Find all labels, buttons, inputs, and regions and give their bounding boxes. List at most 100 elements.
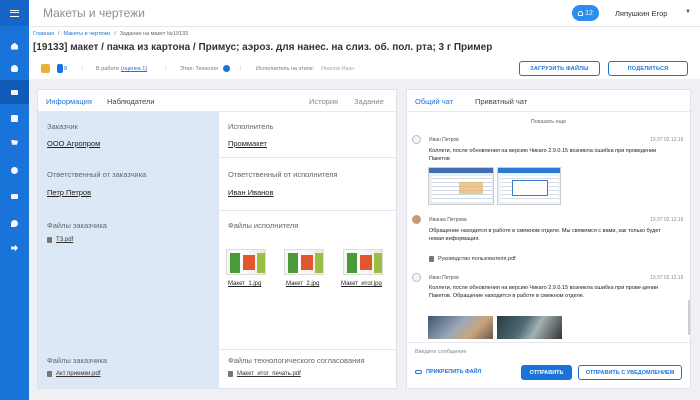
executor-value[interactable]: Проммакет bbox=[228, 139, 267, 148]
customer-cell: Заказчик ООО Агропром bbox=[38, 112, 219, 158]
customer-files-label: Файлы заказчика bbox=[47, 221, 107, 230]
file-item[interactable]: Акт приемки.pdf bbox=[47, 371, 101, 377]
resp-executor-label: Ответственный от исполнителя bbox=[228, 170, 338, 179]
tab-history[interactable]: История bbox=[309, 97, 338, 106]
nav-user[interactable] bbox=[0, 56, 29, 80]
user-name[interactable]: Ляпушкин Егор bbox=[615, 9, 667, 18]
file-item[interactable]: ТЗ.pdf bbox=[47, 237, 73, 243]
resp-customer-value[interactable]: Петр Петров bbox=[47, 188, 91, 197]
bell-icon bbox=[578, 10, 584, 16]
photo-attachment[interactable] bbox=[497, 316, 562, 339]
executor-files-label: Файлы исполнителя bbox=[228, 221, 299, 230]
nav-settings[interactable] bbox=[0, 158, 29, 182]
attach-file-button[interactable]: ПРИКРЕПИТЬ ФАЙЛ bbox=[415, 369, 481, 375]
book-icon bbox=[11, 114, 18, 122]
tab-observers[interactable]: Наблюдатели bbox=[107, 97, 155, 106]
nav-briefcase[interactable] bbox=[0, 184, 29, 208]
customer-value[interactable]: ООО Агропром bbox=[47, 139, 100, 148]
stage-label: Этап: Технолог bbox=[180, 66, 219, 72]
executor-stage-label: Исполнитель на этапе: bbox=[256, 66, 315, 72]
menu-icon bbox=[10, 9, 19, 17]
nav-exit[interactable] bbox=[0, 236, 29, 260]
attach-file-label: ПРИКРЕПИТЬ ФАЙЛ bbox=[426, 369, 482, 375]
file-icon bbox=[228, 371, 233, 377]
message-author: Иван Петров bbox=[429, 275, 459, 281]
customer-files2-label: Файлы заказчика bbox=[47, 356, 107, 365]
chat-scrollbar[interactable] bbox=[688, 300, 690, 335]
file-name[interactable]: Макет_2.jpg bbox=[286, 281, 319, 287]
resp-customer-label: Ответственный от заказчика bbox=[47, 170, 147, 179]
image-thumbnail[interactable] bbox=[343, 249, 383, 275]
refresh-icon[interactable] bbox=[223, 65, 230, 72]
briefcase-icon bbox=[11, 193, 18, 199]
notifications-button[interactable]: 12 bbox=[572, 5, 599, 21]
breadcrumb-mockups[interactable]: Макеты и чертежи bbox=[63, 31, 110, 37]
notification-count: 12 bbox=[585, 9, 593, 17]
upload-files-button[interactable]: ЗАГРУЗИТЬ ФАЙЛЫ bbox=[519, 61, 600, 76]
home-icon bbox=[11, 42, 18, 50]
send-with-notification-button[interactable]: ОТПРАВИТЬ С УВЕДОМЛЕНИЕМ bbox=[578, 365, 682, 380]
executor-files-cell: Файлы исполнителя Макет_1.jpg Макет_2.jp… bbox=[219, 211, 396, 350]
exit-icon bbox=[11, 244, 18, 252]
work-status-link[interactable]: (оценка 1) bbox=[121, 66, 147, 72]
file-name[interactable]: Макет_итог.jpg bbox=[341, 281, 382, 287]
send-button[interactable]: ОТПРАВИТЬ bbox=[521, 365, 572, 380]
resp-executor-value[interactable]: Иван Иванов bbox=[228, 188, 273, 197]
avatar bbox=[412, 135, 421, 144]
nav-home[interactable] bbox=[0, 34, 29, 58]
topbar: Макеты и чертежи 12 Ляпушкин Егор ▼ bbox=[29, 0, 700, 27]
avatar bbox=[412, 215, 421, 224]
file-icon bbox=[47, 237, 52, 243]
tab-private-chat[interactable]: Приватный чат bbox=[475, 97, 527, 106]
image-thumbnail[interactable] bbox=[284, 249, 324, 275]
executor-cell: Исполнитель Проммакет bbox=[219, 112, 396, 158]
tab-task[interactable]: Задание bbox=[354, 97, 384, 106]
load-more-link[interactable]: Показать еще bbox=[407, 119, 690, 125]
chat-input-area: Введите сообщение ПРИКРЕПИТЬ ФАЙЛ ОТПРАВ… bbox=[407, 342, 690, 388]
file-name: Руководство пользователя.pdf bbox=[438, 256, 516, 262]
sidebar bbox=[0, 0, 29, 400]
resp-executor-cell: Ответственный от исполнителя Иван Иванов bbox=[219, 158, 396, 211]
file-name[interactable]: Макет_1.jpg bbox=[228, 281, 261, 287]
breadcrumb-home[interactable]: Главная bbox=[33, 31, 54, 37]
file-item[interactable]: Руководство пользователя.pdf bbox=[429, 256, 516, 262]
menu-button[interactable] bbox=[0, 0, 29, 26]
gear-icon bbox=[11, 166, 18, 174]
customer-label: Заказчик bbox=[47, 122, 78, 131]
screenshot-attachment[interactable] bbox=[428, 167, 494, 205]
tech-files-cell: Файлы технологического согласования Маке… bbox=[219, 350, 396, 388]
nav-book[interactable] bbox=[0, 106, 29, 130]
chevron-down-icon[interactable]: ▼ bbox=[685, 9, 691, 15]
user-icon bbox=[11, 64, 18, 72]
customer-files-cell: Файлы заказчика ТЗ.pdf bbox=[38, 211, 219, 350]
tab-general-chat[interactable]: Общий чат bbox=[415, 97, 453, 106]
nav-chat[interactable] bbox=[0, 211, 29, 235]
share-button[interactable]: ПОДЕЛИТЬСЯ bbox=[608, 61, 688, 76]
page-title: [19133] макет / пачка из картона / Приму… bbox=[33, 42, 493, 53]
file-name: Акт приемки.pdf bbox=[56, 371, 101, 377]
info-grid: Заказчик ООО Агропром Исполнитель Промма… bbox=[38, 112, 396, 388]
work-status-label: В работе bbox=[96, 66, 119, 72]
nav-mail[interactable] bbox=[0, 80, 29, 104]
message-input[interactable]: Введите сообщение bbox=[415, 349, 467, 355]
tab-info[interactable]: Информация bbox=[46, 97, 92, 106]
chat-panel: Общий чат Приватный чат Показать еще Ива… bbox=[406, 89, 691, 389]
nav-cart[interactable] bbox=[0, 131, 29, 155]
breadcrumb-current: Задание на макет №19133 bbox=[119, 31, 189, 37]
image-thumbnail[interactable] bbox=[226, 249, 266, 275]
customer-files2-cell: Файлы заказчика Акт приемки.pdf bbox=[38, 350, 219, 388]
chat-tabs: Общий чат Приватный чат bbox=[407, 90, 690, 112]
file-item[interactable]: Макет_итог_печать.pdf bbox=[228, 371, 301, 377]
file-icon bbox=[47, 371, 52, 377]
resp-customer-cell: Ответственный от заказчика Петр Петров bbox=[38, 158, 219, 211]
executor-stage-value: Иванов Иван bbox=[321, 66, 355, 72]
message-time: 13:37 02.12.16 bbox=[650, 137, 684, 143]
photo-attachment[interactable] bbox=[428, 316, 493, 339]
cart-icon bbox=[11, 139, 18, 145]
message-text: Коллеги, после обновления на версию Чика… bbox=[429, 285, 659, 299]
executor-label: Исполнитель bbox=[228, 122, 274, 131]
message-text: Коллеги, после обновления на версию Чика… bbox=[429, 148, 657, 162]
screenshot-attachment[interactable] bbox=[497, 167, 561, 205]
message-author: Иванка Петрова bbox=[429, 217, 467, 223]
app-title: Макеты и чертежи bbox=[43, 6, 145, 20]
